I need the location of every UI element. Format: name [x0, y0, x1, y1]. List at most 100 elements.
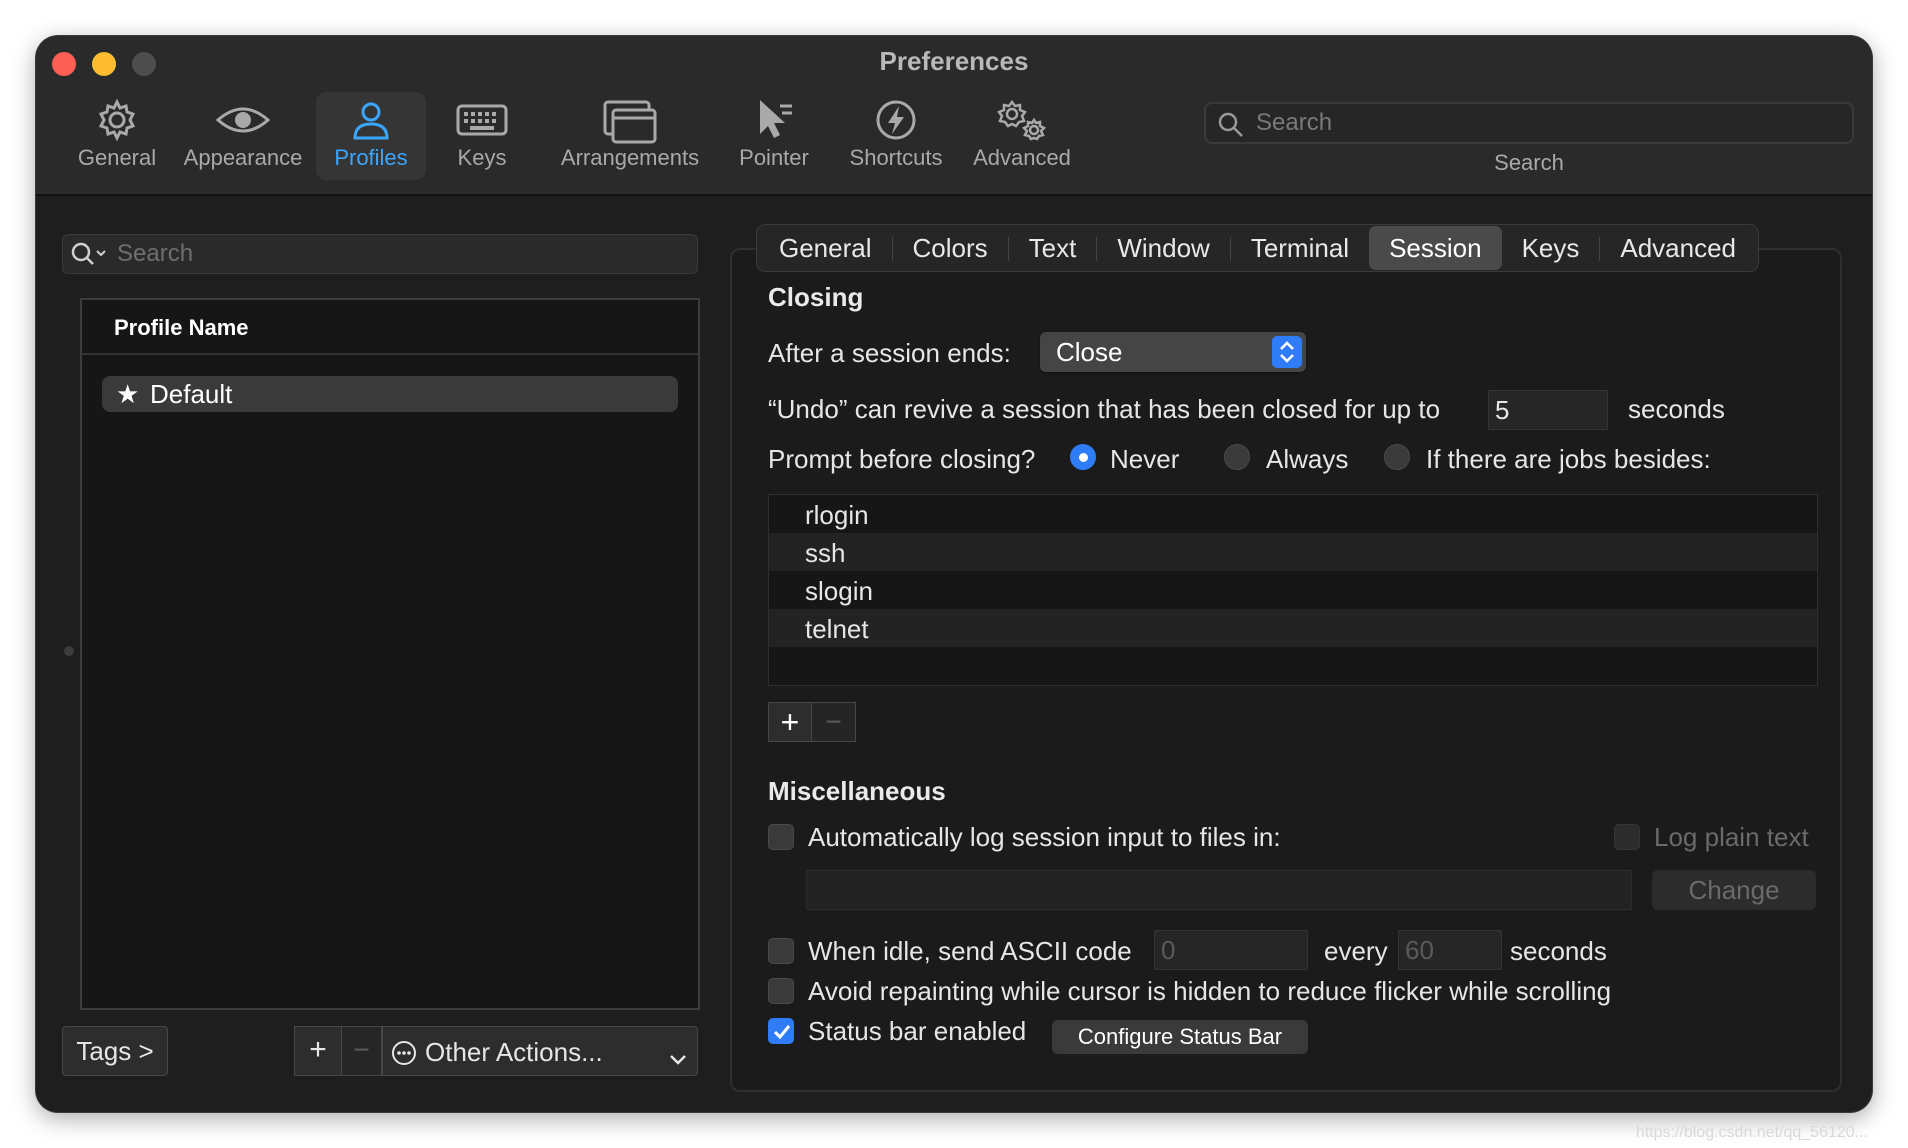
- profile-list: Profile Name ★ Default: [80, 298, 700, 1010]
- avoid-repaint-label: Avoid repainting while cursor is hidden …: [808, 976, 1612, 1006]
- toolbar-appearance[interactable]: Appearance: [176, 92, 310, 180]
- windows-icon: [603, 98, 657, 150]
- toolbar-arrangements-label: Arrangements: [560, 145, 700, 170]
- toolbar-pointer-label: Pointer: [739, 145, 809, 170]
- log-directory-field[interactable]: [806, 870, 1632, 910]
- tab-general[interactable]: General: [759, 226, 892, 270]
- toolbar-arrangements[interactable]: Arrangements: [548, 92, 712, 180]
- status-bar-checkbox[interactable]: [768, 1018, 794, 1044]
- preferences-window: Preferences General Appearance Profiles …: [36, 36, 1872, 1112]
- list-item[interactable]: rlogin: [769, 495, 1817, 533]
- tab-session[interactable]: Session: [1369, 226, 1502, 270]
- other-actions-label: Other Actions...: [425, 1037, 603, 1067]
- add-job-button[interactable]: +: [768, 702, 812, 742]
- checkmark-icon: [773, 1025, 791, 1040]
- prompt-always-label: Always: [1266, 444, 1349, 474]
- undo-seconds-input[interactable]: [1488, 390, 1608, 430]
- after-session-ends-popup[interactable]: Close: [1040, 332, 1306, 372]
- prompt-never-label: Never: [1110, 444, 1180, 474]
- toolbar-appearance-label: Appearance: [183, 145, 303, 170]
- toolbar: Preferences General Appearance Profiles …: [36, 36, 1872, 196]
- cursor-icon: [752, 98, 796, 148]
- profile-name: Default: [150, 379, 233, 409]
- window-title: Preferences: [879, 46, 1029, 76]
- auto-log-label: Automatically log session input to files…: [808, 822, 1281, 852]
- add-profile-button[interactable]: +: [294, 1026, 342, 1076]
- tab-keys[interactable]: Keys: [1502, 226, 1600, 270]
- chevron-down-icon: [669, 1043, 687, 1074]
- toolbar-general-label: General: [77, 145, 157, 170]
- toolbar-advanced[interactable]: Advanced: [960, 92, 1084, 180]
- tab-advanced[interactable]: Advanced: [1600, 226, 1756, 270]
- jobs-list: rlogin ssh slogin telnet: [768, 494, 1818, 686]
- idle-send-label: When idle, send ASCII code: [808, 936, 1132, 966]
- tab-terminal[interactable]: Terminal: [1231, 226, 1369, 270]
- prompt-before-closing-label: Prompt before closing?: [768, 444, 1036, 474]
- remove-job-button[interactable]: −: [812, 702, 856, 742]
- eye-icon: [215, 98, 271, 148]
- change-button[interactable]: Change: [1652, 870, 1816, 910]
- avoid-repaint-checkbox[interactable]: [768, 978, 794, 1004]
- toolbar-profiles-label: Profiles: [334, 145, 408, 170]
- idle-code-input[interactable]: [1154, 930, 1308, 970]
- search-icon: [1218, 112, 1244, 143]
- keyboard-icon: [456, 98, 508, 148]
- tab-text[interactable]: Text: [1009, 226, 1097, 270]
- tab-colors[interactable]: Colors: [893, 226, 1008, 270]
- toolbar-search[interactable]: [1204, 102, 1854, 144]
- gear-icon: [95, 98, 139, 148]
- list-item[interactable]: telnet: [769, 609, 1817, 647]
- split-view-handle[interactable]: [64, 646, 74, 656]
- configure-status-bar-button[interactable]: Configure Status Bar: [1052, 1020, 1308, 1054]
- after-session-ends-label: After a session ends:: [768, 338, 1011, 368]
- profile-row-default[interactable]: ★ Default: [102, 376, 678, 412]
- miscellaneous-heading: Miscellaneous: [768, 776, 946, 806]
- star-icon: ★: [116, 379, 140, 409]
- prompt-jobs-radio[interactable]: [1384, 444, 1410, 470]
- undo-seconds-unit: seconds: [1628, 394, 1725, 424]
- toolbar-profiles[interactable]: Profiles: [316, 92, 426, 180]
- profile-search-input[interactable]: [117, 239, 677, 269]
- list-item[interactable]: ssh: [769, 533, 1817, 571]
- toolbar-advanced-label: Advanced: [973, 145, 1071, 170]
- watermark: https://blog.csdn.net/qq_56120...: [1635, 1124, 1868, 1141]
- profile-name-column: Profile Name: [114, 315, 249, 340]
- list-item[interactable]: slogin: [769, 571, 1817, 609]
- log-plain-text-label: Log plain text: [1654, 822, 1809, 852]
- job-name: telnet: [805, 614, 869, 644]
- updown-chevron-icon: [1272, 336, 1302, 368]
- ellipsis-circle-icon: [391, 1040, 417, 1073]
- after-session-ends-value: Close: [1056, 337, 1123, 367]
- idle-interval-input[interactable]: [1398, 930, 1502, 970]
- person-icon: [349, 98, 393, 148]
- tags-button[interactable]: Tags >: [62, 1026, 168, 1076]
- prompt-always-radio[interactable]: [1224, 444, 1250, 470]
- prompt-jobs-label: If there are jobs besides:: [1426, 444, 1711, 474]
- profile-tabs: General Colors Text Window Terminal Sess…: [756, 224, 1760, 272]
- gears-icon: [994, 98, 1050, 150]
- bolt-icon: [874, 98, 918, 148]
- toolbar-general[interactable]: General: [62, 92, 172, 180]
- toolbar-shortcuts[interactable]: Shortcuts: [836, 92, 956, 180]
- profile-search[interactable]: [62, 234, 698, 274]
- job-name: rlogin: [805, 500, 869, 530]
- job-name: ssh: [805, 538, 846, 568]
- status-bar-label: Status bar enabled: [808, 1016, 1027, 1046]
- toolbar-keys[interactable]: Keys: [436, 92, 528, 180]
- toolbar-keys-label: Keys: [457, 145, 507, 170]
- auto-log-checkbox[interactable]: [768, 824, 794, 850]
- profile-list-header[interactable]: Profile Name: [82, 300, 698, 355]
- log-plain-text-checkbox[interactable]: [1614, 824, 1640, 850]
- toolbar-shortcuts-label: Shortcuts: [849, 145, 943, 170]
- prompt-never-radio[interactable]: [1070, 444, 1096, 470]
- toolbar-search-label: Search: [1494, 150, 1564, 175]
- toolbar-pointer[interactable]: Pointer: [726, 92, 822, 180]
- job-name: slogin: [805, 576, 873, 606]
- idle-send-checkbox[interactable]: [768, 938, 794, 964]
- closing-heading: Closing: [768, 282, 864, 312]
- tab-window[interactable]: Window: [1097, 226, 1229, 270]
- other-actions-button[interactable]: Other Actions...: [382, 1026, 698, 1076]
- toolbar-search-input[interactable]: [1256, 108, 1836, 138]
- remove-profile-button[interactable]: −: [342, 1026, 382, 1076]
- every-label: every: [1324, 936, 1388, 966]
